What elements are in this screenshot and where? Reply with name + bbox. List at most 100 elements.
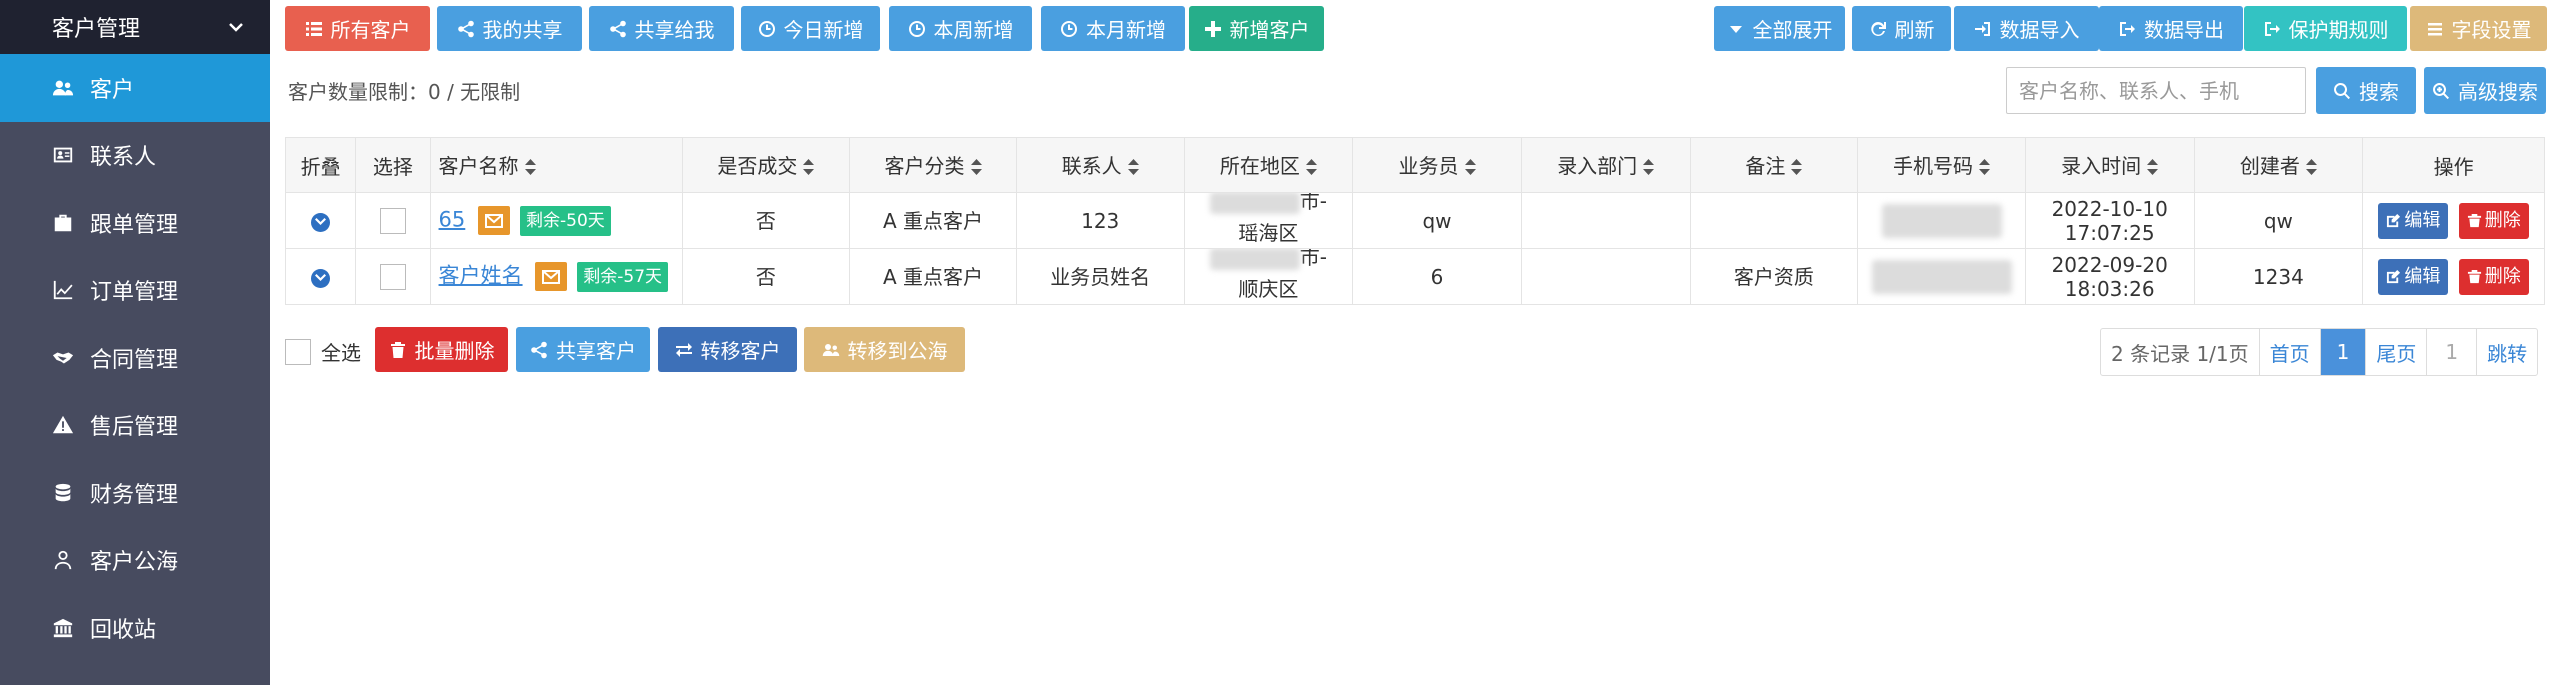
category-cell: A 重点客户 [849, 248, 1017, 305]
sidebar-item-contacts[interactable]: 联系人 [0, 122, 270, 190]
header-label: 客户分类 [884, 154, 965, 179]
col-salesman[interactable]: 业务员 [1352, 137, 1522, 193]
table-row: 65 剩余-50天 否 A 重点客户 123 市- 瑶海区 qw 2022-10… [284, 192, 2545, 249]
week-new-button[interactable]: 本周新增 [889, 6, 1032, 51]
col-entry-time[interactable]: 录入时间 [2024, 137, 2195, 193]
col-phone[interactable]: 手机号码 [1857, 137, 2026, 193]
delete-button[interactable]: 删除 [2458, 202, 2529, 239]
chevron-circle-down-icon[interactable] [311, 212, 331, 232]
header-label: 折叠 [300, 154, 341, 179]
sidebar-item-orders[interactable]: 订单管理 [0, 257, 270, 325]
transfer-customer-button[interactable]: 转移客户 [658, 327, 797, 372]
current-page[interactable]: 1 [2319, 329, 2366, 375]
customer-limit-text: 客户数量限制：0 / 无限制 [288, 80, 521, 104]
col-dept[interactable]: 录入部门 [1520, 137, 1691, 193]
edit-button[interactable]: 编辑 [2378, 258, 2449, 295]
select-all-checkbox[interactable] [285, 338, 311, 365]
last-page-link[interactable]: 尾页 [2365, 329, 2426, 375]
add-customer-button[interactable]: 新增客户 [1189, 6, 1324, 51]
share-customer-button[interactable]: 共享客户 [516, 327, 650, 372]
sidebar-item-followup[interactable]: 跟单管理 [0, 189, 270, 257]
salesman-cell: 6 [1352, 248, 1522, 305]
row-checkbox[interactable] [379, 207, 406, 234]
sidebar-item-label: 客户公海 [90, 550, 179, 576]
delete-button[interactable]: 删除 [2458, 258, 2529, 295]
sidebar-item-aftersales[interactable]: 售后管理 [0, 392, 270, 460]
header-label: 创建者 [2239, 154, 2300, 179]
shared-to-me-button[interactable]: 共享给我 [589, 6, 734, 51]
customer-name-link[interactable]: 客户姓名 [439, 263, 523, 287]
users-icon [822, 341, 840, 359]
delete-label: 删除 [2484, 209, 2521, 231]
share-customer-label: 共享客户 [556, 339, 636, 363]
month-new-button[interactable]: 本月新增 [1041, 6, 1185, 51]
chevron-down-icon [228, 17, 244, 38]
edit-button[interactable]: 编辑 [2378, 202, 2449, 239]
search-button[interactable]: 搜索 [2316, 67, 2416, 114]
col-contact[interactable]: 联系人 [1015, 137, 1185, 193]
advanced-search-button[interactable]: 高级搜索 [2424, 67, 2546, 114]
edit-icon [2387, 269, 2401, 284]
export-button[interactable]: 数据导出 [2099, 6, 2243, 51]
sidebar-item-contracts[interactable]: 合同管理 [0, 324, 270, 392]
sidebar-item-finance[interactable]: 财务管理 [0, 459, 270, 527]
col-deal[interactable]: 是否成交 [681, 137, 851, 193]
protect-rule-button[interactable]: 保护期规则 [2244, 6, 2407, 51]
expand-all-button[interactable]: 全部展开 [1714, 6, 1845, 51]
col-creator[interactable]: 创建者 [2193, 137, 2364, 193]
import-button[interactable]: 数据导入 [1954, 6, 2099, 51]
select-all[interactable]: 全选 [285, 337, 361, 366]
chevron-circle-down-icon[interactable] [311, 268, 331, 288]
edit-label: 编辑 [2404, 209, 2441, 231]
entry-clock: 17:07:25 [2064, 220, 2155, 245]
pagination-summary: 2 条记录 1/1页 [2111, 341, 2249, 366]
page-number-input[interactable]: 1 [2426, 329, 2476, 375]
row-checkbox[interactable] [379, 263, 406, 290]
sidebar-item-recycle[interactable]: 回收站 [0, 594, 270, 662]
exchange-icon [675, 341, 693, 359]
refresh-button[interactable]: 刷新 [1852, 6, 1951, 51]
phone-cell [1857, 192, 2026, 249]
header-label: 备注 [1745, 154, 1786, 179]
transfer-to-pool-button[interactable]: 转移到公海 [804, 327, 965, 372]
today-new-button[interactable]: 今日新增 [741, 6, 880, 51]
col-name[interactable]: 客户名称 [429, 137, 683, 193]
export-label: 数据导出 [2144, 18, 2224, 42]
envelope-icon[interactable] [534, 262, 567, 291]
protect-rule-label: 保护期规则 [2288, 18, 2389, 42]
select-cell[interactable] [355, 248, 431, 305]
plus-icon [1204, 20, 1222, 38]
select-cell[interactable] [355, 192, 431, 249]
sidebar-item-customers[interactable]: 客户 [0, 54, 270, 122]
sign-out-icon [2118, 20, 2136, 38]
sidebar-item-label: 售后管理 [90, 415, 179, 441]
first-page-link[interactable]: 首页 [2258, 329, 2320, 375]
header-label: 选择 [372, 154, 413, 179]
jump-button[interactable]: 跳转 [2476, 329, 2537, 375]
bank-icon [50, 617, 76, 639]
sort-icon [1979, 156, 1991, 180]
customer-name-link[interactable]: 65 [439, 207, 466, 231]
my-shared-button[interactable]: 我的共享 [437, 6, 582, 51]
all-customers-button[interactable]: 所有客户 [285, 6, 430, 51]
col-region[interactable]: 所在地区 [1183, 137, 1354, 193]
fold-cell[interactable] [284, 192, 357, 249]
col-remark[interactable]: 备注 [1689, 137, 1859, 193]
region-line1: 市- [1299, 248, 1327, 270]
col-category[interactable]: 客户分类 [849, 137, 1017, 193]
fold-cell[interactable] [284, 248, 357, 305]
sidebar-item-label: 联系人 [90, 145, 157, 171]
sidebar-item-label: 财务管理 [90, 482, 179, 508]
delete-label: 删除 [2484, 265, 2521, 287]
search-icon [2333, 82, 2351, 100]
search-label: 搜索 [2359, 80, 2399, 104]
sign-in-icon [1974, 20, 1992, 38]
week-new-label: 本周新增 [933, 18, 1014, 42]
field-settings-button[interactable]: 字段设置 [2410, 6, 2547, 51]
sidebar-header[interactable]: 客户管理 [0, 0, 270, 54]
search-input[interactable] [2006, 67, 2306, 114]
envelope-icon[interactable] [477, 206, 510, 235]
batch-delete-button[interactable]: 批量删除 [375, 327, 508, 372]
deal-cell: 否 [681, 248, 851, 305]
sidebar-item-public-pool[interactable]: 客户公海 [0, 527, 270, 595]
